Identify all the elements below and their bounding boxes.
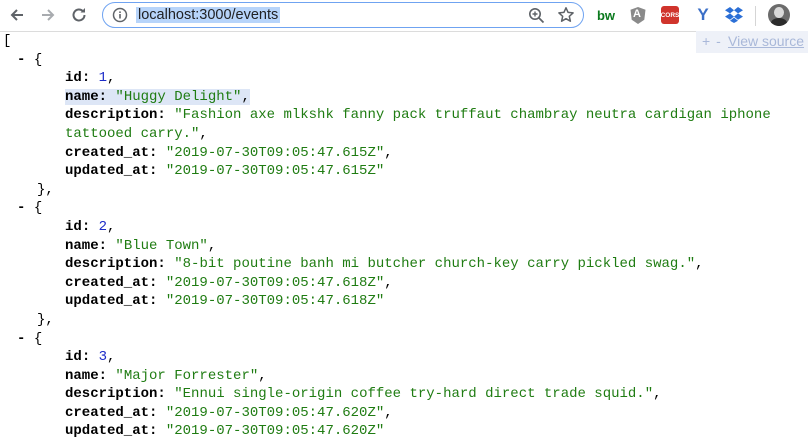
angular-extension-icon[interactable]: A (628, 5, 648, 25)
bw-extension-icon[interactable]: bw (596, 5, 616, 25)
object-close: }, (37, 311, 54, 328)
json-row-created-at: created_at: "2019-07-30T09:05:47.615Z", (65, 144, 393, 161)
updated-at-value: "2019-07-30T09:05:47.618Z" (165, 293, 385, 310)
cors-extension-icon[interactable]: cors (660, 5, 680, 25)
object-open: - { (17, 330, 43, 347)
star-icon (558, 7, 574, 22)
id-value: 1 (98, 70, 108, 87)
back-arrow-icon (10, 9, 23, 21)
json-row-updated-at: updated_at: "2019-07-30T09:05:47.618Z" (65, 293, 385, 310)
description-value: "Ennui single-origin coffee try-hard dir… (174, 386, 654, 403)
browser-toolbar: localhost:3000/events bw A cors Y (0, 0, 808, 32)
json-row-id: id: 2, (65, 218, 116, 235)
id-value: 2 (98, 218, 108, 235)
site-info-icon[interactable] (112, 7, 128, 23)
url-text[interactable]: localhost:3000/events (136, 7, 281, 23)
name-value: "Huggy Delight" (115, 88, 242, 105)
array-open: [ (3, 33, 12, 49)
description-value: "Fashion axe mlkshk fanny pack truffaut … (174, 107, 771, 124)
json-row-description-cont: tattooed carry.", (65, 125, 208, 142)
reload-button[interactable] (67, 3, 91, 27)
json-row-created-at: created_at: "2019-07-30T09:05:47.620Z", (65, 404, 393, 421)
json-row-name: name: "Huggy Delight", (65, 88, 250, 105)
json-row-description: description: "Ennui single-origin coffee… (65, 386, 662, 403)
json-row-name: name: "Blue Town", (65, 237, 217, 254)
profile-avatar[interactable] (768, 4, 790, 26)
object-close: }, (37, 181, 54, 198)
json-row-id: id: 1, (65, 70, 116, 87)
address-bar[interactable]: localhost:3000/events (102, 2, 584, 28)
created-at-value: "2019-07-30T09:05:47.618Z" (165, 274, 385, 291)
back-button[interactable] (5, 3, 29, 27)
object-open: - { (17, 200, 43, 217)
name-value: "Major Forrester" (115, 367, 259, 384)
zoom-button[interactable] (527, 6, 545, 24)
json-row-description: description: "Fashion axe mlkshk fanny p… (65, 107, 771, 124)
bookmark-button[interactable] (557, 6, 575, 24)
forward-arrow-icon (42, 9, 55, 21)
description-value-cont: tattooed carry." (65, 125, 200, 142)
json-row-updated-at: updated_at: "2019-07-30T09:05:47.615Z" (65, 163, 385, 180)
forward-button[interactable] (36, 3, 60, 27)
id-value: 3 (98, 349, 108, 366)
json-row-name: name: "Major Forrester", (65, 367, 267, 384)
json-row-description: description: "8-bit poutine banh mi butc… (65, 256, 704, 273)
created-at-value: "2019-07-30T09:05:47.620Z" (165, 404, 385, 421)
json-row-created-at: created_at: "2019-07-30T09:05:47.618Z", (65, 274, 393, 291)
toolbar-divider (755, 6, 756, 26)
json-row-id: id: 3, (65, 349, 116, 366)
created-at-value: "2019-07-30T09:05:47.615Z" (165, 144, 385, 161)
description-value: "8-bit poutine banh mi butcher church-ke… (174, 256, 696, 273)
json-viewer: [ - { id: 1, name: "Huggy Delight", desc… (0, 32, 808, 441)
reload-icon (72, 8, 86, 22)
updated-at-value: "2019-07-30T09:05:47.620Z" (165, 423, 385, 440)
avatar-icon (768, 4, 790, 26)
updated-at-value: "2019-07-30T09:05:47.615Z" (165, 163, 385, 180)
name-value: "Blue Town" (115, 237, 208, 254)
json-row-updated-at: updated_at: "2019-07-30T09:05:47.620Z" (65, 423, 385, 440)
zoom-icon (528, 7, 544, 23)
object-open: - { (17, 51, 43, 68)
dropbox-extension-icon[interactable] (724, 5, 744, 25)
yoast-extension-icon[interactable]: Y (693, 5, 713, 25)
